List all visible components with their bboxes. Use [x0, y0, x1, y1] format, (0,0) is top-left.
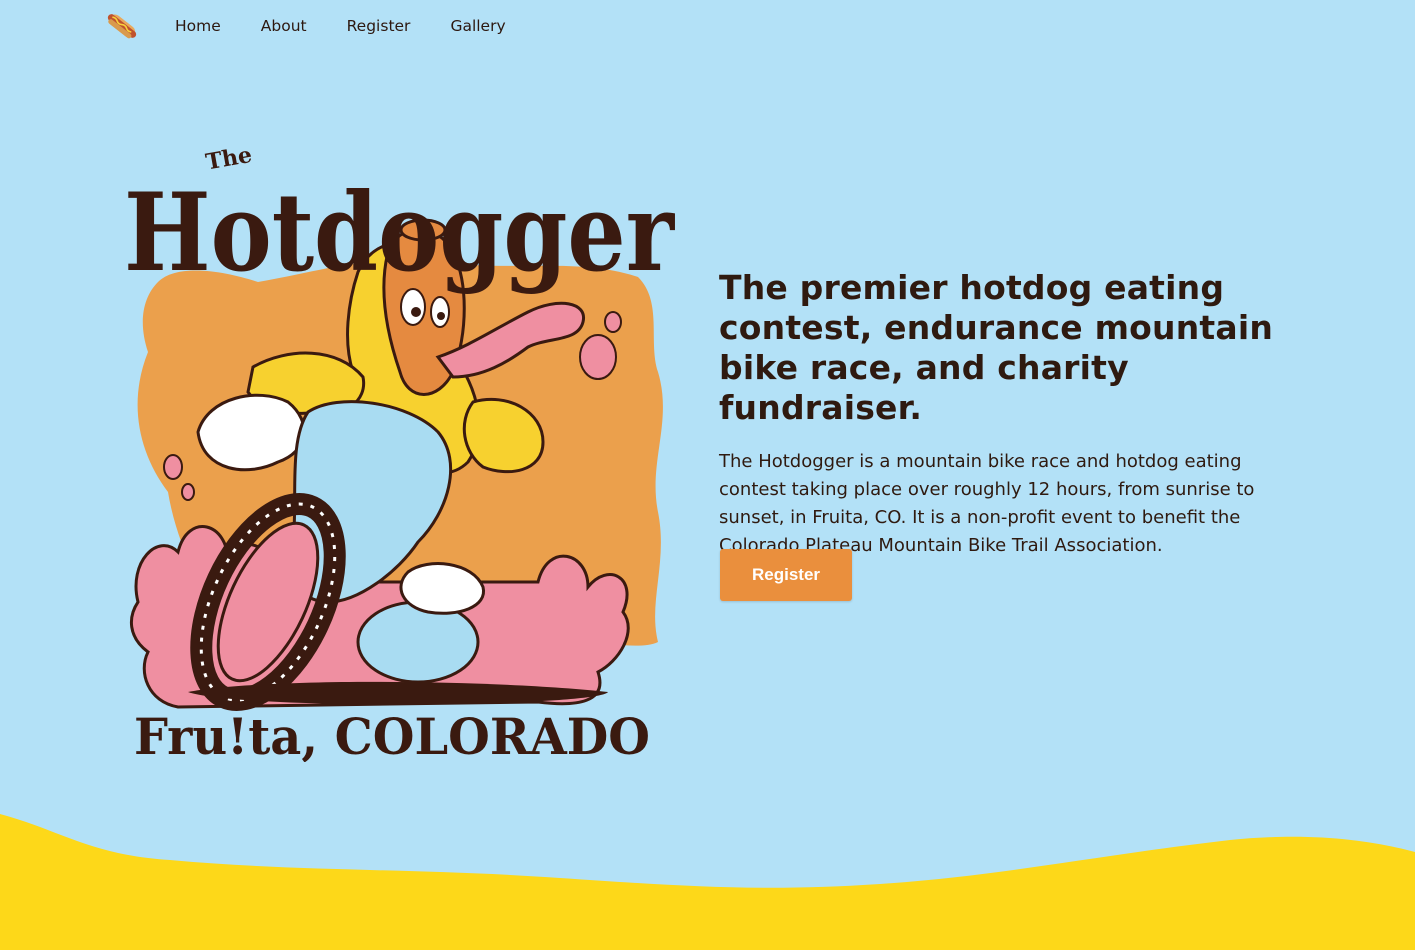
nav-home-link[interactable]: Home: [175, 17, 221, 35]
nav-register-link[interactable]: Register: [347, 17, 411, 35]
poster-title: Hotdogger: [124, 170, 676, 296]
hotdogger-poster-illustration: The Hotdogger Fru!ta, COLORADO: [124, 142, 676, 762]
register-button[interactable]: Register: [720, 549, 852, 601]
hero-text-block: The premier hotdog eating contest, endur…: [719, 268, 1319, 560]
yellow-wave-footer: [0, 814, 1415, 950]
poster-subtitle: Fru!ta, COLORADO: [134, 707, 650, 762]
hotdog-icon[interactable]: [104, 8, 140, 44]
hero-heading: The premier hotdog eating contest, endur…: [719, 268, 1274, 427]
hero-description: The Hotdogger is a mountain bike race an…: [719, 451, 1255, 556]
nav-gallery-link[interactable]: Gallery: [450, 17, 505, 35]
nav-about-link[interactable]: About: [261, 17, 307, 35]
main-nav: Home About Register Gallery: [104, 8, 546, 44]
